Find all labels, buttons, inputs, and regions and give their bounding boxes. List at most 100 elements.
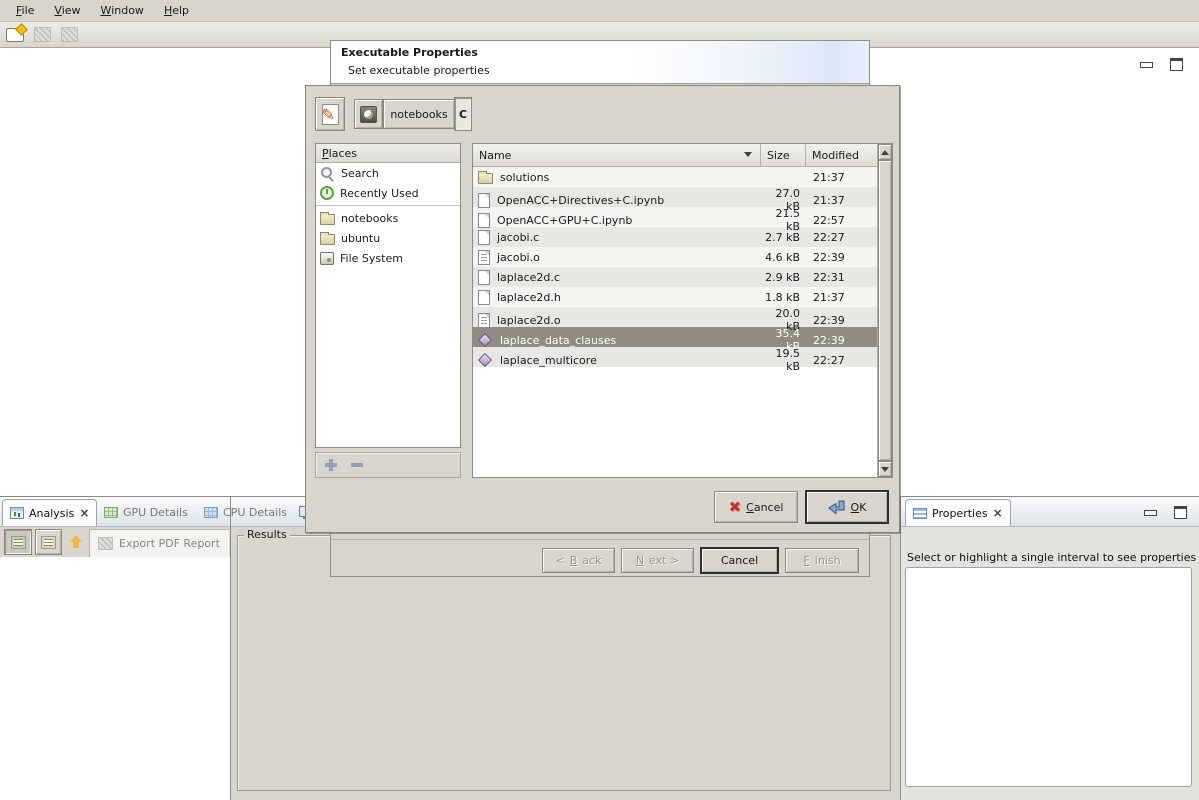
column-header-name[interactable]: Name bbox=[473, 144, 761, 167]
file-icon bbox=[478, 193, 490, 208]
object-file-icon bbox=[478, 313, 490, 328]
minimize-view-icon[interactable] bbox=[1140, 62, 1153, 68]
properties-panel: Properties × Select or highlight a singl… bbox=[900, 497, 1199, 800]
column-label: Name bbox=[479, 149, 511, 162]
close-icon[interactable]: × bbox=[79, 508, 89, 518]
pencil-icon bbox=[322, 104, 339, 125]
tab-gpu-details[interactable]: GPU Details bbox=[97, 499, 195, 526]
cancel-x-icon: ✖ bbox=[729, 498, 742, 516]
analysis-empty-content bbox=[0, 557, 230, 800]
place-label: notebooks bbox=[341, 212, 398, 225]
scroll-down-button[interactable] bbox=[878, 461, 892, 477]
table-row[interactable]: jacobi.c2.7 kB22:27 bbox=[473, 227, 877, 247]
tab-label: CPU Details bbox=[223, 506, 287, 519]
scrollbar-thumb[interactable] bbox=[878, 160, 892, 461]
cpu-details-icon bbox=[204, 507, 218, 518]
folder-icon bbox=[320, 214, 335, 225]
chooser-ok-button[interactable]: OK bbox=[806, 491, 888, 523]
places-list: SearchRecently Used notebooks ubuntuFile S… bbox=[316, 163, 460, 268]
sort-descending-icon bbox=[744, 152, 752, 157]
type-filename-button[interactable] bbox=[315, 97, 345, 131]
export-pdf-label: Export PDF Report bbox=[119, 537, 220, 550]
file-name: jacobi.c bbox=[497, 231, 539, 244]
file-name-cell: OpenACC+GPU+C.ipynb bbox=[473, 213, 761, 228]
file-size: 19.5 kB bbox=[761, 347, 806, 373]
file-name: laplace_data_clauses bbox=[500, 334, 616, 347]
file-name: OpenACC+GPU+C.ipynb bbox=[497, 214, 632, 227]
table-row[interactable]: laplace_data_clauses35.4 kB22:39 bbox=[473, 327, 877, 347]
file-name-cell: laplace2d.o bbox=[473, 313, 761, 328]
object-file-icon bbox=[478, 250, 490, 265]
menu-item-window[interactable]: Window bbox=[93, 2, 152, 19]
promote-up-icon bbox=[69, 535, 83, 549]
place-item-notebooks[interactable]: notebooks bbox=[316, 208, 460, 228]
chooser-cancel-button[interactable]: ✖ Cancel bbox=[714, 491, 798, 523]
maximize-view-icon[interactable] bbox=[1174, 506, 1187, 519]
file-name-cell: laplace2d.h bbox=[473, 290, 761, 305]
file-icon bbox=[478, 290, 490, 305]
table-row[interactable]: OpenACC+GPU+C.ipynb21.5 kB22:57 bbox=[473, 207, 877, 227]
file-name-cell: jacobi.c bbox=[473, 230, 761, 245]
add-place-icon[interactable] bbox=[325, 459, 337, 471]
file-icon bbox=[478, 213, 490, 228]
new-session-icon[interactable] bbox=[6, 28, 24, 42]
results-group-label: Results bbox=[244, 528, 290, 541]
remove-place-icon[interactable] bbox=[351, 463, 363, 467]
table-row[interactable]: laplace2d.o20.0 kB22:39 bbox=[473, 307, 877, 327]
place-item-recently-used[interactable]: Recently Used bbox=[316, 183, 460, 203]
maximize-view-icon[interactable] bbox=[1170, 58, 1183, 71]
minimize-view-icon[interactable] bbox=[1144, 510, 1157, 516]
path-button-notebooks[interactable]: notebooks bbox=[383, 99, 455, 129]
column-header-size[interactable]: Size bbox=[761, 144, 806, 167]
file-modified: 22:39 bbox=[806, 251, 877, 264]
save-all-icon bbox=[61, 27, 78, 42]
media-drive-icon bbox=[360, 106, 377, 123]
menu-item-help[interactable]: Help bbox=[156, 2, 197, 19]
table-row[interactable]: OpenACC+Directives+C.ipynb27.0 kB21:37 bbox=[473, 187, 877, 207]
back-button[interactable]: < Back bbox=[542, 548, 615, 573]
place-item-search[interactable]: Search bbox=[316, 163, 460, 183]
table-row[interactable]: laplace_multicore19.5 kB22:27 bbox=[473, 347, 877, 367]
tab-analysis[interactable]: Analysis× bbox=[2, 499, 97, 526]
table-row[interactable]: jacobi.o4.6 kB22:39 bbox=[473, 247, 877, 267]
gpu-details-icon bbox=[104, 507, 118, 518]
properties-empty-box bbox=[905, 567, 1192, 787]
wizard-cancel-button[interactable]: Cancel bbox=[701, 548, 778, 573]
file-modified: 21:37 bbox=[806, 194, 877, 207]
close-icon[interactable]: × bbox=[993, 508, 1003, 518]
executable-icon bbox=[478, 353, 493, 368]
column-header-modified[interactable]: Modified bbox=[806, 144, 877, 167]
export-pdf-button[interactable]: Export PDF Report bbox=[89, 529, 229, 557]
path-root-button[interactable] bbox=[354, 99, 383, 129]
unguided-analysis-button[interactable] bbox=[35, 529, 62, 555]
arrow-up-icon bbox=[881, 150, 889, 155]
place-item-ubuntu[interactable]: ubuntu bbox=[316, 228, 460, 248]
file-chooser-dialog: notebooks C Places SearchRecently Usedno… bbox=[305, 85, 900, 533]
file-name: OpenACC+Directives+C.ipynb bbox=[497, 194, 664, 207]
table-row[interactable]: solutions21:37 bbox=[473, 167, 877, 187]
tab-label: GPU Details bbox=[123, 506, 188, 519]
promote-up-button[interactable] bbox=[64, 529, 88, 555]
executable-icon bbox=[478, 333, 493, 348]
menu-item-file[interactable]: File bbox=[8, 2, 42, 19]
table-row[interactable]: laplace2d.c2.9 kB22:31 bbox=[473, 267, 877, 287]
tab-properties[interactable]: Properties × bbox=[905, 499, 1011, 526]
place-item-file-system[interactable]: File System bbox=[316, 248, 460, 268]
file-list: Name Size Modified solutions21:37OpenACC… bbox=[472, 143, 893, 478]
guided-analysis-button[interactable] bbox=[4, 529, 32, 555]
path-button-current[interactable]: C bbox=[454, 97, 472, 131]
finish-button[interactable]: Finish bbox=[785, 548, 859, 573]
table-row[interactable]: laplace2d.h1.8 kB21:37 bbox=[473, 287, 877, 307]
drive-icon bbox=[320, 252, 334, 265]
menu-item-view[interactable]: View bbox=[46, 2, 88, 19]
vertical-scrollbar[interactable] bbox=[877, 144, 892, 477]
wizard-button-bar: < Back Next > Cancel Finish bbox=[331, 539, 869, 576]
tab-cpu-details[interactable]: CPU Details bbox=[197, 499, 294, 526]
file-list-header: Name Size Modified bbox=[473, 144, 877, 167]
wizard-title: Executable Properties bbox=[341, 46, 478, 59]
export-pdf-icon bbox=[98, 537, 113, 550]
scroll-up-button[interactable] bbox=[878, 144, 892, 160]
next-button[interactable]: Next > bbox=[621, 548, 694, 573]
file-modified: 22:31 bbox=[806, 271, 877, 284]
places-separator bbox=[316, 205, 460, 206]
